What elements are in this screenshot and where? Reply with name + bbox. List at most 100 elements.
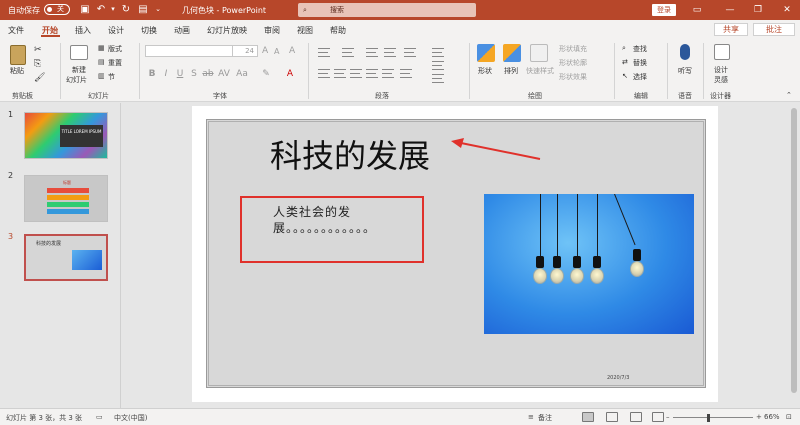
arrange-icon[interactable] (503, 44, 521, 62)
tab-insert[interactable]: 插入 (75, 25, 91, 36)
bulb-photo[interactable] (484, 194, 694, 334)
minimize-icon[interactable]: — (723, 3, 737, 17)
copy-icon[interactable]: ⎘ (34, 59, 41, 69)
section-button[interactable]: 节 (108, 72, 115, 82)
login-button[interactable]: 登录 (652, 4, 676, 16)
collapse-ribbon-icon[interactable]: ⌃ (786, 91, 792, 99)
distribute-icon[interactable] (382, 69, 394, 78)
zoom-in-icon[interactable]: + (756, 413, 762, 421)
fit-to-window-icon[interactable]: ⊡ (786, 413, 792, 421)
highlight-icon[interactable]: ✎ (260, 68, 272, 80)
shapes-label[interactable]: 形状 (478, 66, 492, 76)
columns-icon[interactable] (400, 69, 412, 78)
slide-thumbnail-2[interactable]: 标题 (24, 175, 108, 222)
customize-toolbar-icon[interactable]: ⌄ (152, 3, 164, 16)
tab-help[interactable]: 帮助 (330, 25, 346, 36)
layout-button[interactable]: 版式 (108, 44, 122, 54)
close-icon[interactable]: ✕ (780, 3, 794, 17)
bold-icon[interactable]: B (146, 68, 158, 80)
thumbnail-title-box: TITLE LOREM IPSUM (60, 125, 103, 147)
shape-fill-button[interactable]: 形状填充 (559, 44, 587, 54)
line-spacing-icon[interactable] (404, 48, 416, 57)
language-status[interactable]: 中文(中国) (114, 413, 147, 423)
justify-icon[interactable] (366, 69, 378, 78)
shape-effects-button[interactable]: 形状效果 (559, 72, 587, 82)
undo-dropdown-icon[interactable]: ▾ (107, 3, 119, 16)
arrange-label[interactable]: 排列 (504, 66, 518, 76)
zoom-level[interactable]: 66% (764, 413, 780, 421)
share-button[interactable]: 共享 (714, 23, 748, 36)
quick-styles-label[interactable]: 快速样式 (526, 66, 554, 76)
slide-title[interactable]: 科技的发展 (270, 131, 430, 177)
slideshow-view-button[interactable] (652, 412, 664, 422)
text-direction-icon[interactable] (432, 48, 444, 57)
zoom-slider[interactable] (673, 417, 753, 418)
tab-transitions[interactable]: 切换 (141, 25, 157, 36)
designer-icon[interactable] (714, 44, 730, 60)
align-left-icon[interactable] (318, 69, 330, 78)
zoom-slider-thumb[interactable] (707, 414, 710, 422)
format-painter-icon[interactable]: 🖌 (34, 73, 45, 83)
save-icon[interactable]: ▣ (79, 3, 91, 16)
font-color-icon[interactable]: A (284, 68, 296, 80)
undo-icon[interactable]: ↶ (95, 3, 107, 16)
designer-label-1[interactable]: 设计 (714, 65, 728, 75)
bulb (590, 268, 604, 284)
slide-thumbnail-3[interactable]: 科技的发展 (24, 234, 108, 281)
increase-font-icon[interactable]: A (262, 46, 268, 56)
decrease-indent-icon[interactable] (366, 48, 378, 57)
numbering-icon[interactable] (342, 48, 354, 57)
bullets-icon[interactable] (318, 48, 330, 57)
tab-view[interactable]: 视图 (297, 25, 313, 36)
tab-file[interactable]: 文件 (8, 25, 24, 36)
decrease-font-icon[interactable]: A (274, 47, 279, 56)
strikethrough-icon[interactable]: ab (202, 68, 214, 80)
shadow-icon[interactable]: S (188, 68, 200, 80)
select-button[interactable]: 选择 (633, 72, 647, 82)
tab-design[interactable]: 设计 (108, 25, 124, 36)
font-size-box[interactable]: 24 (232, 45, 258, 57)
new-slide-icon[interactable] (70, 45, 88, 60)
tab-slideshow[interactable]: 幻灯片放映 (207, 25, 247, 36)
replace-button[interactable]: 替换 (633, 58, 647, 68)
smartart-icon[interactable] (432, 74, 444, 83)
tab-review[interactable]: 审阅 (264, 25, 280, 36)
char-spacing-icon[interactable]: AV (218, 68, 230, 80)
quick-styles-icon[interactable] (530, 44, 548, 62)
underline-icon[interactable]: U (174, 68, 186, 80)
shape-outline-button[interactable]: 形状轮廓 (559, 58, 587, 68)
restore-icon[interactable]: ❐ (751, 3, 765, 17)
microphone-icon[interactable] (680, 44, 690, 60)
find-button[interactable]: 查找 (633, 44, 647, 54)
new-slide-label-2[interactable]: 幻灯片 (66, 75, 87, 85)
increase-indent-icon[interactable] (384, 48, 396, 57)
reading-view-button[interactable] (630, 412, 642, 422)
zoom-out-icon[interactable]: – (666, 413, 670, 421)
normal-view-button[interactable] (582, 412, 594, 422)
clear-format-icon[interactable]: A (289, 46, 295, 56)
cut-icon[interactable]: ✂ (34, 45, 42, 55)
paste-icon[interactable] (10, 45, 26, 65)
autosave-toggle[interactable]: 关 (44, 4, 70, 15)
redo-icon[interactable]: ↻ (120, 3, 132, 16)
slideshow-icon[interactable]: ▤ (137, 3, 149, 16)
notes-button[interactable]: 备注 (538, 413, 552, 423)
tab-animations[interactable]: 动画 (174, 25, 190, 36)
search-box[interactable]: ⌕ 搜索 (298, 3, 476, 17)
change-case-icon[interactable]: Aa (236, 68, 248, 80)
align-text-icon[interactable] (432, 61, 444, 70)
align-center-icon[interactable] (334, 69, 346, 78)
accessibility-icon[interactable]: ▭ (96, 413, 103, 421)
ribbon-display-options-icon[interactable]: ▭ (690, 3, 704, 17)
align-right-icon[interactable] (350, 69, 362, 78)
designer-label-2[interactable]: 灵感 (714, 75, 728, 85)
slide-thumbnail-1[interactable]: TITLE LOREM IPSUM (24, 112, 108, 159)
comments-button[interactable]: 批注 (753, 23, 795, 36)
dictate-label[interactable]: 听写 (678, 66, 692, 76)
reset-button[interactable]: 重置 (108, 58, 122, 68)
shapes-icon[interactable] (477, 44, 495, 62)
scrollbar-thumb[interactable] (791, 108, 797, 393)
slide-sorter-button[interactable] (606, 412, 618, 422)
slide-body-text[interactable]: 人类社会的发展。。。。。。。。。。。。 (273, 204, 419, 236)
italic-icon[interactable]: I (160, 68, 172, 80)
